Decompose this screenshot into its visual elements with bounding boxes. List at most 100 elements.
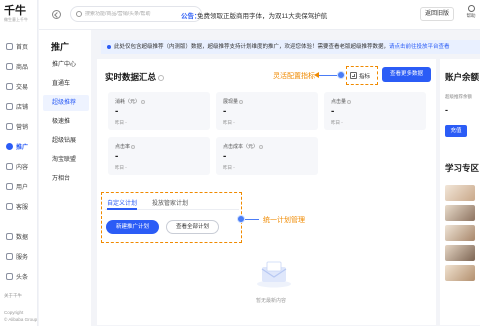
recharge-button[interactable]: 充值 xyxy=(445,125,467,137)
metric-label: 点击量 xyxy=(331,98,352,105)
learning-video-thumbnail[interactable] xyxy=(445,265,475,281)
rail-item-marketing[interactable]: 营销 xyxy=(0,118,38,134)
learning-video-thumbnail[interactable] xyxy=(445,245,475,261)
question-icon[interactable] xyxy=(259,144,264,149)
metric-config-button[interactable]: 指标 xyxy=(350,70,370,81)
location-pin-icon xyxy=(6,142,13,150)
rail-item-label: 数据 xyxy=(16,234,29,241)
collapse-toggle-icon[interactable] xyxy=(52,10,61,19)
help-icon xyxy=(467,5,475,12)
annotation-line xyxy=(245,219,259,220)
user-icon xyxy=(6,182,13,190)
question-icon[interactable] xyxy=(131,144,136,149)
subnav-item-center[interactable]: 推广中心 xyxy=(43,57,89,73)
help-button[interactable]: 帮助 xyxy=(464,5,478,19)
metric-label-text: 点击率 xyxy=(115,144,131,150)
logo-name: 千牛 xyxy=(4,5,26,17)
learning-video-thumbnail[interactable] xyxy=(445,205,475,221)
logo[interactable]: 千牛 做生意上千牛 xyxy=(4,5,36,23)
annotation-dot xyxy=(237,215,245,223)
question-icon[interactable] xyxy=(239,99,244,104)
subnav-item-fast-push[interactable]: 极速推 xyxy=(43,114,89,130)
empty-mailbox-icon xyxy=(257,261,291,288)
subnav-item-super-recommend[interactable]: 超级推荐 xyxy=(43,95,89,111)
main-panel: 实时数据汇总 灵活配置指标 指标 查看更多数据 消耗（元） - 昨日 - 展现量… xyxy=(97,59,436,325)
banner-text: 此处仅包含超级推荐（内测版）数据，超级推荐支持计划维度的推广，欢迎您体验！需要查… xyxy=(114,44,390,50)
metric-label: 点击成本（元） xyxy=(223,143,264,150)
rail-item-service[interactable]: 客服 xyxy=(0,198,38,214)
metric-card-cost: 消耗（元） - 昨日 - xyxy=(108,92,210,130)
rail-item-label: 商品 xyxy=(16,64,29,71)
rail-item-headlines[interactable]: 头条 xyxy=(0,268,38,284)
promotion-subnav: 推广 推广中心 直通车 超级推荐 极速推 超级钻展 淘宝联盟 万相台 xyxy=(39,0,91,326)
question-icon[interactable] xyxy=(347,99,352,104)
metric-yesterday: 昨日 - xyxy=(115,120,127,125)
learning-video-thumbnail[interactable] xyxy=(445,225,475,241)
subnav-item-wanxiangtai[interactable]: 万相台 xyxy=(43,171,89,187)
metric-label-text: 点击成本（元） xyxy=(223,144,259,150)
metric-label: 消耗（元） xyxy=(115,98,146,105)
rail-item-home[interactable]: 首页 xyxy=(0,38,38,54)
learning-zone-title: 学习专区 xyxy=(445,163,480,173)
rail-item-label: 头条 xyxy=(16,274,29,281)
metric-label: 点击率 xyxy=(115,143,136,150)
rail-item-content[interactable]: 内容 xyxy=(0,158,38,174)
subnav-title: 推广 xyxy=(51,42,70,52)
rail-item-shop[interactable]: 店铺 xyxy=(0,98,38,114)
rail-item-goods[interactable]: 商品 xyxy=(0,58,38,74)
metric-card-ctr: 点击率 - 昨日 - xyxy=(108,137,210,175)
info-icon xyxy=(107,44,111,49)
rail-item-data[interactable]: 数据 xyxy=(0,228,38,244)
metric-label-text: 点击量 xyxy=(331,99,347,105)
balance-label: 超级推荐余额 xyxy=(445,94,472,99)
rail-item-label: 内容 xyxy=(16,164,29,171)
rail-item-users[interactable]: 用户 xyxy=(0,178,38,194)
headset-icon xyxy=(6,202,13,210)
empty-state-text: 暂无最新内容 xyxy=(255,298,286,304)
question-icon[interactable] xyxy=(158,74,165,81)
metric-yesterday: 昨日 - xyxy=(223,165,235,170)
metric-yesterday: 昨日 - xyxy=(223,120,235,125)
new-plan-button[interactable]: 新建推广计划 xyxy=(106,220,159,234)
metric-yesterday: 昨日 - xyxy=(115,165,127,170)
about-link[interactable]: 关于千牛 xyxy=(4,293,22,299)
right-sidebar: 账户余额 超级推荐余额 - 充值 学习专区 xyxy=(440,59,480,325)
left-rail: 千牛 做生意上千牛 首页 商品 交易 店铺 营销 推广 内容 用户 客服 数据 … xyxy=(0,0,38,326)
balance-value: - xyxy=(445,105,448,115)
rail-item-label: 用户 xyxy=(16,184,29,191)
subnav-item-ztc[interactable]: 直通车 xyxy=(43,76,89,92)
metric-card-clicks: 点击量 - 昨日 - xyxy=(324,92,426,130)
rail-item-label: 服务 xyxy=(16,254,29,261)
realtime-title: 实时数据汇总 xyxy=(105,71,165,83)
rail-item-services[interactable]: 服务 xyxy=(0,248,38,264)
data-icon xyxy=(6,232,13,240)
metric-label-text: 展现量 xyxy=(223,99,239,105)
realtime-title-text: 实时数据汇总 xyxy=(105,72,157,82)
rail-item-promotion[interactable]: 推广 xyxy=(0,138,38,154)
logo-subtitle: 做生意上千牛 xyxy=(4,17,28,22)
app-root: 千牛 做生意上千牛 首页 商品 交易 店铺 营销 推广 内容 用户 客服 数据 … xyxy=(0,0,480,326)
annotation-config-metrics: 灵活配置指标 xyxy=(273,73,315,80)
tab-custom-plan[interactable]: 自定义计划 xyxy=(107,198,137,207)
return-old-version-button[interactable]: 返回旧版 xyxy=(420,7,454,21)
notice-text[interactable]: 免费领取正版商用字体，为双11大卖保驾护航 xyxy=(197,10,327,20)
tab-active-underline xyxy=(107,208,137,210)
subnav-item-super-diamond[interactable]: 超级钻展 xyxy=(43,133,89,149)
banner-link[interactable]: 请点击前往投放平台查看 xyxy=(389,44,450,50)
metric-card-cpc: 点击成本（元） - 昨日 - xyxy=(216,137,318,175)
annotation-dot xyxy=(337,71,345,79)
view-all-plans-button[interactable]: 查看全部计划 xyxy=(166,220,219,234)
metric-value: - xyxy=(115,151,119,162)
services-icon xyxy=(6,252,13,260)
top-bar: 公告： 免费领取正版商用字体，为双11大卖保驾护航 返回旧版 帮助 xyxy=(39,0,480,30)
trade-icon xyxy=(6,82,13,90)
tab-managed-plan[interactable]: 投放管家计划 xyxy=(152,198,188,207)
subnav-item-taobao-union[interactable]: 淘宝联盟 xyxy=(43,152,89,168)
view-more-data-button[interactable]: 查看更多数据 xyxy=(382,67,431,82)
rail-item-label: 推广 xyxy=(16,144,29,151)
rail-item-trade[interactable]: 交易 xyxy=(0,78,38,94)
help-label: 帮助 xyxy=(466,13,476,18)
question-icon[interactable] xyxy=(141,99,146,104)
copyright-line-1: Copyright xyxy=(4,310,24,315)
learning-video-thumbnail[interactable] xyxy=(445,185,475,201)
